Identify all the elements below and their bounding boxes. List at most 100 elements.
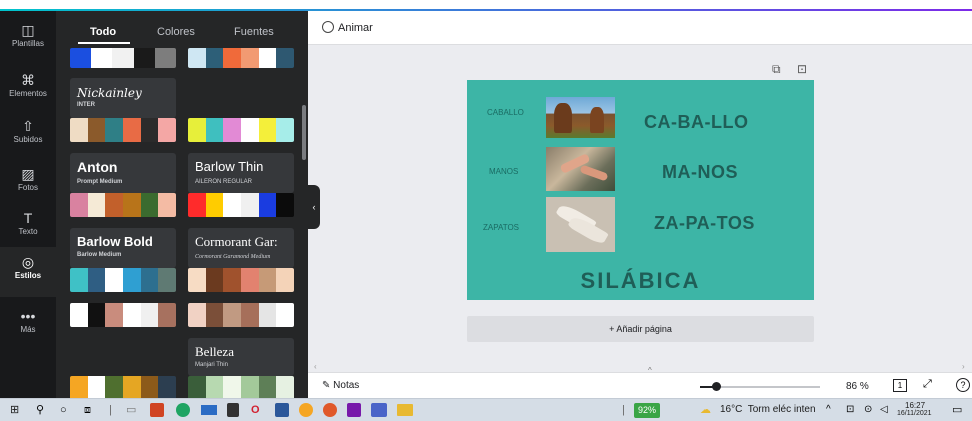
chevron-up-icon[interactable]: ^: [826, 402, 831, 418]
weather-text[interactable]: 16°C Torm eléc inten: [720, 402, 816, 418]
rail-item-plantillas[interactable]: ◫ Plantillas: [0, 15, 56, 65]
palette-4[interactable]: [70, 193, 176, 217]
font-card-barlow-bold[interactable]: Barlow Bold Barlow Medium: [70, 228, 176, 268]
palette-10[interactable]: [70, 376, 176, 398]
word-label[interactable]: MANOS: [489, 167, 518, 176]
add-page-button[interactable]: + Añadir página: [467, 316, 814, 342]
syllables-text[interactable]: ZA-PA-TOS: [654, 213, 755, 234]
rail-item-texto[interactable]: T Texto: [0, 203, 56, 253]
notifications-icon[interactable]: ▭: [952, 402, 962, 418]
palette-3[interactable]: [188, 118, 294, 142]
palette-swatch: [205, 48, 224, 68]
zoom-slider-track[interactable]: [700, 382, 820, 391]
syllables-text[interactable]: MA-NOS: [662, 162, 738, 183]
styles-icon: ◎: [21, 254, 35, 270]
panel-scrollbar[interactable]: [302, 105, 306, 160]
word-icon[interactable]: [275, 403, 289, 417]
rail-item-subidos[interactable]: ⇧ Subidos: [0, 111, 56, 161]
clock-time[interactable]: 16:27: [905, 401, 925, 410]
hands-photo[interactable]: [546, 147, 615, 191]
palette-swatch: [140, 268, 159, 292]
palette-0[interactable]: [70, 48, 176, 68]
font-card-cormorant[interactable]: Cormorant Gar: Cormorant Garamond Medium: [188, 228, 294, 268]
tab-todo[interactable]: Todo: [90, 26, 116, 38]
scroll-left-icon[interactable]: ‹: [314, 362, 317, 371]
tab-fuentes[interactable]: Fuentes: [234, 26, 274, 38]
font-card-belleza[interactable]: Belleza Manjari Thin: [188, 338, 294, 376]
font-card-nickainley[interactable]: Nickainley INTER: [70, 78, 176, 118]
palette-swatch: [205, 118, 224, 142]
palette-5[interactable]: [188, 193, 294, 217]
palette-swatch: [205, 303, 224, 327]
store-icon[interactable]: [227, 403, 239, 417]
palette-swatch: [276, 193, 294, 217]
palette-swatch: [158, 268, 176, 292]
rail-item-fotos[interactable]: ▨ Fotos: [0, 159, 56, 209]
add-page-icon[interactable]: ⊡: [797, 62, 807, 76]
palette-6[interactable]: [70, 268, 176, 292]
tab-colores[interactable]: Colores: [157, 26, 195, 38]
animate-icon: [322, 21, 334, 33]
upload-icon: ⇧: [22, 118, 34, 134]
zoom-level[interactable]: 86 %: [846, 381, 869, 392]
onenote-icon[interactable]: [347, 403, 361, 417]
rail-item-estilos[interactable]: ◎ Estilos: [0, 247, 56, 297]
file-explorer-icon[interactable]: [397, 404, 413, 416]
palette-swatch: [258, 376, 277, 398]
opera-icon[interactable]: O: [251, 402, 260, 418]
scroll-right-icon[interactable]: ›: [962, 362, 965, 371]
palette-swatch: [105, 303, 124, 327]
palette-swatch: [91, 48, 113, 68]
palette-swatch: [188, 268, 206, 292]
palette-8[interactable]: [70, 303, 176, 327]
palette-11[interactable]: [188, 376, 294, 398]
palette-7[interactable]: [188, 268, 294, 292]
syllables-text[interactable]: CA-BA-LLO: [644, 112, 748, 133]
battery-indicator[interactable]: 92%: [634, 403, 661, 418]
chrome-icon[interactable]: [299, 403, 313, 417]
window-top-strip: [0, 0, 972, 9]
font-card-barlow-thin[interactable]: Barlow Thin AILERON REGULAR: [188, 153, 294, 193]
volume-icon[interactable]: ◁: [880, 402, 888, 418]
rail-item-mas[interactable]: ••• Más: [0, 301, 56, 351]
palette-swatch: [70, 376, 88, 398]
zoom-slider-thumb[interactable]: [712, 382, 721, 391]
network-icon[interactable]: ⊡: [846, 402, 854, 418]
page-number-button[interactable]: 1: [893, 379, 907, 392]
word-label[interactable]: CABALLO: [487, 108, 524, 117]
notes-button[interactable]: ✎ Notas: [322, 380, 359, 391]
shoes-photo[interactable]: [546, 197, 615, 252]
palette-2[interactable]: [70, 118, 176, 142]
file-icon[interactable]: ▭: [126, 402, 136, 418]
task-view-icon[interactable]: ⧈: [84, 402, 91, 418]
help-icon[interactable]: ?: [956, 378, 970, 392]
horses-photo[interactable]: [546, 97, 615, 138]
palette-swatch: [223, 118, 242, 142]
monitor-icon[interactable]: [201, 405, 217, 415]
duplicate-page-icon[interactable]: ⧉: [772, 62, 781, 77]
firefox-icon[interactable]: [323, 403, 337, 417]
slide-title[interactable]: SILÁBICA: [467, 268, 814, 294]
animate-button[interactable]: Animar: [322, 21, 373, 34]
collapse-panel-handle[interactable]: ‹: [308, 185, 320, 229]
edge-icon[interactable]: [176, 403, 190, 417]
palette-swatch: [123, 376, 141, 398]
teams-icon[interactable]: [371, 403, 387, 417]
palette-1[interactable]: [188, 48, 294, 68]
rail-item-elementos[interactable]: ⌘ Elementos: [0, 65, 56, 115]
palette-swatch: [140, 118, 159, 142]
editor-footer: [308, 372, 972, 398]
wifi-icon[interactable]: ⊙: [864, 402, 872, 418]
powerpoint-icon[interactable]: [150, 403, 164, 417]
palette-swatch: [70, 48, 92, 68]
fullscreen-icon[interactable]: ⤢: [923, 378, 932, 391]
clock-date[interactable]: 16/11/2021: [897, 410, 932, 417]
search-icon[interactable]: ⚲: [36, 402, 44, 418]
palette-9[interactable]: [188, 303, 294, 327]
slide-canvas[interactable]: CABALLO CA-BA-LLO MANOS MA-NOS ZAPATOS Z…: [467, 80, 814, 300]
word-label[interactable]: ZAPATOS: [483, 223, 519, 232]
cortana-icon[interactable]: ○: [60, 402, 67, 418]
palette-swatch: [188, 193, 206, 217]
font-card-anton[interactable]: Anton Prompt Medium: [70, 153, 176, 193]
windows-start-icon[interactable]: ⊞: [10, 402, 19, 418]
